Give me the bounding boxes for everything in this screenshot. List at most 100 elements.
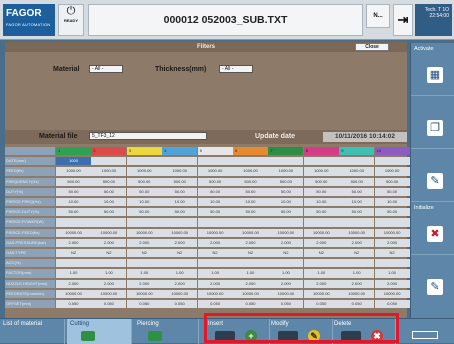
table-cell[interactable] (268, 259, 304, 268)
table-cell[interactable]: 1000.00 (233, 167, 268, 176)
table-cell[interactable]: 500.00 (303, 177, 339, 186)
table-cell[interactable]: 1000.00 (126, 167, 162, 176)
table-cell[interactable]: 50.00 (91, 208, 127, 217)
table-cell[interactable]: 2.000 (233, 238, 268, 247)
table-cell[interactable] (233, 218, 268, 227)
column-header-2[interactable]: 2 (91, 147, 127, 156)
table-cell[interactable]: N2 (268, 249, 304, 258)
side-button-3[interactable]: ✎ (411, 149, 454, 202)
table-cell[interactable]: 10000.00 (91, 228, 127, 237)
table-cell[interactable]: 1000.00 (374, 167, 410, 176)
column-header-10[interactable]: 10 (374, 147, 410, 156)
initialize-button[interactable]: Initialize ✖ (411, 202, 454, 255)
table-cell[interactable]: 10000.00 (374, 289, 410, 298)
table-cell[interactable]: 10000.00 (162, 228, 198, 237)
table-cell[interactable]: 2.000 (374, 279, 410, 288)
table-cell[interactable] (126, 157, 162, 166)
table-cell[interactable]: 0.050 (91, 300, 127, 309)
table-cell[interactable]: 10000.00 (126, 289, 162, 298)
table-cell[interactable]: 50.00 (303, 208, 339, 217)
column-header-9[interactable]: 9 (339, 147, 375, 156)
table-cell[interactable]: 0.050 (268, 300, 304, 309)
table-cell[interactable]: 10000.00 (233, 228, 268, 237)
column-header-7[interactable]: 7 (268, 147, 304, 156)
table-cell[interactable]: 500.00 (162, 177, 198, 186)
table-cell[interactable]: 50.00 (126, 187, 162, 196)
table-cell[interactable]: 10000.00 (162, 289, 198, 298)
column-header-6[interactable]: 6 (233, 147, 268, 156)
table-cell[interactable] (339, 259, 375, 268)
table-cell[interactable] (126, 259, 162, 268)
column-header-3[interactable]: 3 (126, 147, 162, 156)
table-cell[interactable]: N2 (56, 249, 91, 258)
table-cell[interactable]: 2.000 (91, 238, 127, 247)
table-cell[interactable]: 2.000 (303, 279, 339, 288)
table-cell[interactable]: 0.050 (56, 300, 91, 309)
table-cell[interactable]: 10.00 (162, 198, 198, 207)
table-cell[interactable] (91, 218, 127, 227)
n-button[interactable]: N... (366, 4, 390, 28)
table-cell[interactable]: 0.050 (162, 300, 198, 309)
table-cell[interactable]: 10000.00 (303, 289, 339, 298)
table-cell[interactable]: 10000.00 (126, 228, 162, 237)
table-cell[interactable]: 50.00 (339, 187, 375, 196)
table-cell[interactable]: 2.000 (233, 279, 268, 288)
table-cell[interactable]: 1000.00 (197, 167, 233, 176)
table-cell[interactable]: 0.050 (233, 300, 268, 309)
table-cell[interactable]: 10000.00 (197, 289, 233, 298)
table-cell[interactable]: 1000.00 (268, 167, 304, 176)
table-cell[interactable] (303, 218, 339, 227)
piercing-tab[interactable]: Piercing (134, 319, 199, 344)
table-cell[interactable]: 1.00 (197, 269, 233, 278)
table-cell[interactable]: 2.000 (162, 279, 198, 288)
table-cell[interactable]: 10000.00 (56, 289, 91, 298)
table-cell[interactable]: 2.000 (339, 238, 375, 247)
table-cell[interactable]: 10000.00 (339, 228, 375, 237)
table-cell[interactable]: 2.000 (197, 279, 233, 288)
table-cell[interactable]: N2 (303, 249, 339, 258)
table-cell[interactable] (268, 157, 304, 166)
table-cell[interactable]: 2.000 (56, 238, 91, 247)
table-cell[interactable]: 10000.00 (268, 289, 304, 298)
table-cell[interactable]: 10000.00 (233, 289, 268, 298)
table-cell[interactable] (303, 157, 339, 166)
table-cell[interactable]: 10000.00 (56, 228, 91, 237)
table-cell[interactable]: 0.050 (339, 300, 375, 309)
table-cell[interactable]: 2.000 (126, 279, 162, 288)
exit-button[interactable]: ⇥ (393, 4, 413, 36)
keyboard-button[interactable] (399, 319, 454, 344)
table-cell[interactable]: 50.00 (56, 187, 91, 196)
table-cell[interactable]: 0.050 (303, 300, 339, 309)
table-cell[interactable] (268, 218, 304, 227)
table-cell[interactable]: 0.050 (197, 300, 233, 309)
cutting-tab[interactable]: Cutting (67, 319, 132, 344)
table-cell[interactable]: 1000.00 (91, 167, 127, 176)
table-cell[interactable]: 500.00 (91, 177, 127, 186)
side-button-5[interactable]: ✎ (411, 255, 454, 308)
table-cell[interactable] (197, 259, 233, 268)
table-cell[interactable]: 1.00 (126, 269, 162, 278)
table-cell[interactable]: 10.00 (91, 198, 127, 207)
table-cell[interactable]: 50.00 (91, 187, 127, 196)
table-cell[interactable] (374, 218, 410, 227)
table-cell[interactable]: 50.00 (268, 187, 304, 196)
table-cell[interactable] (233, 259, 268, 268)
table-cell[interactable]: 1.00 (268, 269, 304, 278)
table-cell[interactable] (197, 218, 233, 227)
table-cell[interactable]: 10.00 (56, 198, 91, 207)
table-cell[interactable]: 1000 (56, 157, 91, 166)
activate-button[interactable]: Activate ▦ (411, 43, 454, 96)
table-cell[interactable]: 2.000 (268, 279, 304, 288)
table-cell[interactable]: 10000.00 (197, 228, 233, 237)
side-button-2[interactable]: ❐ (411, 96, 454, 149)
table-cell[interactable]: 10.00 (303, 198, 339, 207)
table-cell[interactable]: N2 (197, 249, 233, 258)
table-cell[interactable]: 2.000 (162, 238, 198, 247)
table-cell[interactable]: 1000.00 (303, 167, 339, 176)
table-cell[interactable]: 50.00 (126, 208, 162, 217)
table-cell[interactable]: 10.00 (268, 198, 304, 207)
table-cell[interactable]: 1.00 (162, 269, 198, 278)
table-cell[interactable]: 50.00 (233, 187, 268, 196)
table-cell[interactable]: 50.00 (197, 208, 233, 217)
table-cell[interactable]: 1.00 (339, 269, 375, 278)
